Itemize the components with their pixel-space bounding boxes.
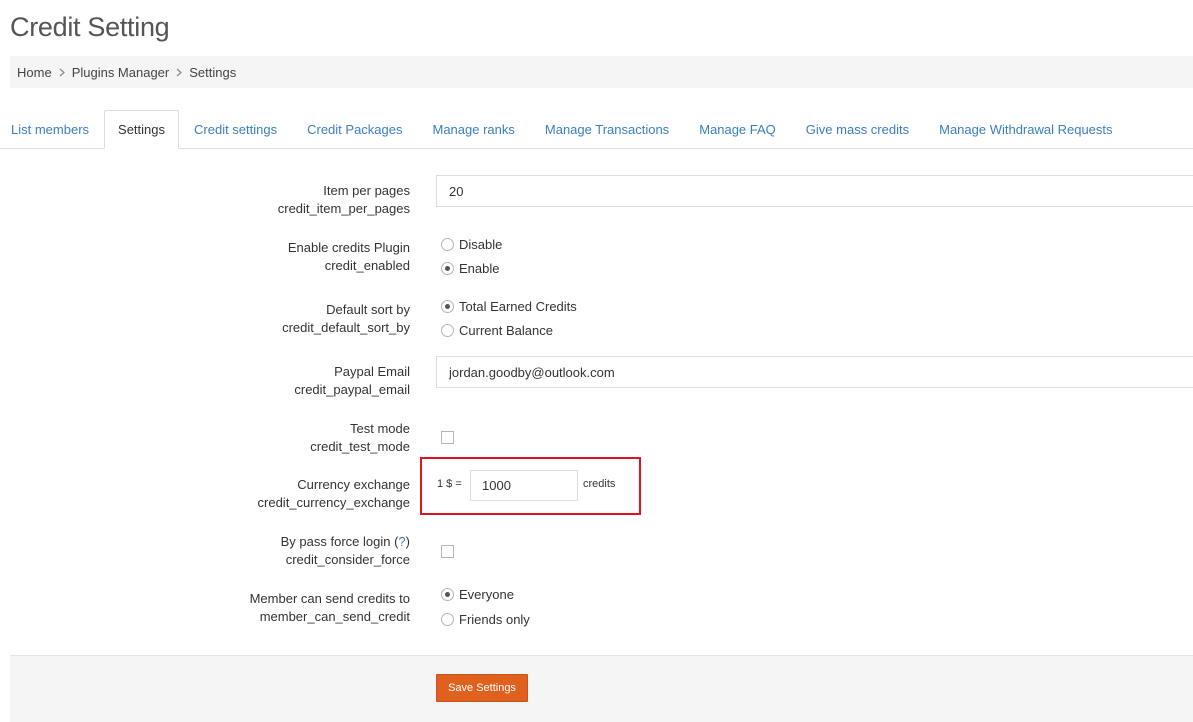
breadcrumb-settings: Settings (189, 64, 237, 80)
chevron-right-icon (59, 68, 65, 77)
item-per-pages-input[interactable] (436, 175, 1193, 207)
paypal-email-label: Paypal Email credit_paypal_email (294, 363, 410, 399)
field-label: Member can send credits to (249, 591, 410, 606)
field-key: credit_enabled (324, 258, 410, 273)
tab-credit-settings[interactable]: Credit settings (179, 110, 292, 148)
radio-circle[interactable] (441, 587, 454, 601)
tab-give-mass-credits[interactable]: Give mass credits (791, 110, 924, 148)
radio-everyone[interactable]: Everyone (441, 585, 514, 603)
bypass-force-login-checkbox[interactable] (441, 545, 454, 558)
radio-label: Disable (459, 236, 503, 252)
radio-circle[interactable] (441, 299, 454, 313)
field-key: credit_default_sort_by (282, 320, 410, 335)
save-settings-button[interactable]: Save Settings (436, 674, 528, 702)
item-per-pages-label: Item per pages credit_item_per_pages (278, 182, 410, 218)
radio-circle[interactable] (441, 323, 454, 337)
radio-label: Friends only (459, 611, 530, 627)
paypal-email-input[interactable] (436, 356, 1193, 388)
tab-manage-ranks[interactable]: Manage ranks (418, 110, 530, 148)
currency-exchange-input[interactable] (470, 470, 578, 501)
field-key: credit_paypal_email (294, 382, 410, 397)
help-link[interactable]: ? (398, 534, 405, 549)
field-key: credit_consider_force (285, 552, 410, 567)
tab-manage-transactions[interactable]: Manage Transactions (530, 110, 684, 148)
field-key: member_can_send_credit (259, 609, 410, 624)
radio-total-earned-credits[interactable]: Total Earned Credits (441, 297, 577, 315)
enable-credits-label: Enable credits Plugin credit_enabled (288, 239, 410, 275)
member-send-label: Member can send credits to member_can_se… (250, 590, 410, 626)
tab-list-members[interactable]: List members (0, 110, 104, 148)
form-footer (10, 655, 1193, 722)
radio-current-balance[interactable]: Current Balance (441, 321, 553, 339)
radio-friends-only[interactable]: Friends only (441, 610, 530, 628)
breadcrumb-plugins-manager[interactable]: Plugins Manager (72, 65, 170, 80)
field-label: Currency exchange (297, 477, 410, 492)
field-label: Default sort by (326, 302, 410, 317)
field-label-text: By pass force login ( (280, 534, 399, 549)
field-label: Test mode (350, 421, 410, 436)
currency-exchange-label: Currency exchange credit_currency_exchan… (258, 476, 410, 512)
currency-suffix: credits (583, 478, 616, 490)
tab-manage-faq[interactable]: Manage FAQ (684, 110, 791, 148)
test-mode-checkbox[interactable] (441, 431, 454, 444)
field-key: credit_test_mode (310, 439, 410, 454)
radio-label: Current Balance (459, 322, 553, 338)
page-title: Credit Setting (10, 12, 170, 42)
radio-label: Total Earned Credits (459, 298, 577, 314)
tab-bar: List members Settings Credit settings Cr… (0, 110, 1193, 149)
radio-disable[interactable]: Disable (441, 235, 502, 253)
test-mode-label: Test mode credit_test_mode (310, 420, 410, 456)
radio-circle[interactable] (441, 237, 454, 251)
radio-label: Enable (459, 260, 500, 276)
tab-manage-withdrawal-requests[interactable]: Manage Withdrawal Requests (924, 110, 1127, 148)
field-label: By pass force login (?) (281, 533, 410, 551)
tab-settings[interactable]: Settings (104, 110, 180, 149)
field-label: Enable credits Plugin (287, 240, 410, 255)
field-label: Item per pages (323, 183, 410, 198)
breadcrumb: Home Plugins Manager Settings (10, 56, 1193, 88)
field-label-end: ) (405, 534, 410, 549)
tab-credit-packages[interactable]: Credit Packages (292, 110, 417, 148)
bypass-force-login-label: By pass force login (?) credit_consider_… (281, 533, 410, 569)
radio-circle[interactable] (441, 261, 454, 275)
field-key: credit_currency_exchange (257, 495, 410, 510)
currency-prefix: 1 $ = (437, 478, 462, 490)
default-sort-label: Default sort by credit_default_sort_by (282, 301, 410, 337)
radio-enable[interactable]: Enable (441, 259, 499, 277)
chevron-right-icon (176, 68, 183, 77)
field-label: Paypal Email (334, 364, 410, 379)
field-key: credit_item_per_pages (277, 201, 410, 216)
breadcrumb-home[interactable]: Home (17, 65, 52, 80)
radio-circle[interactable] (441, 612, 454, 626)
radio-label: Everyone (459, 586, 514, 602)
